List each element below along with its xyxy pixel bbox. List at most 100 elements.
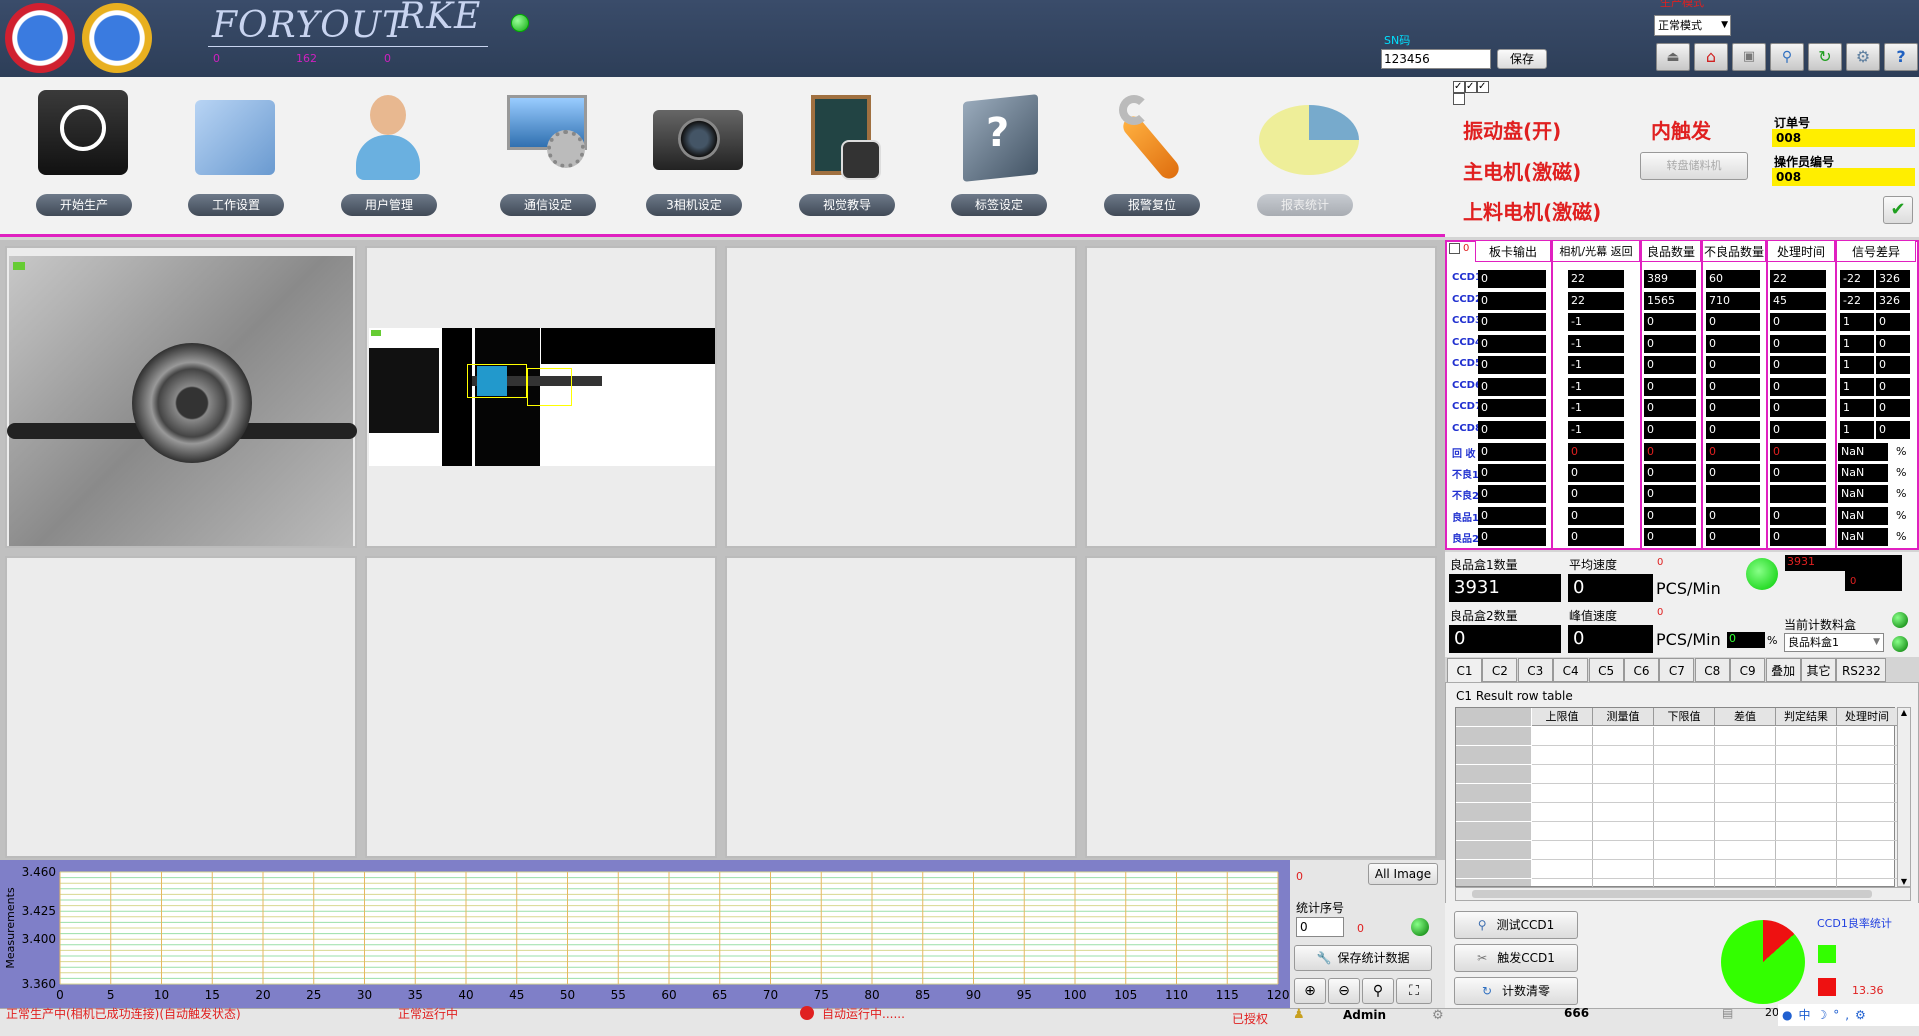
result-row[interactable] <box>1532 822 1898 841</box>
table-cell: 0 <box>1644 334 1696 353</box>
result-row[interactable] <box>1532 746 1898 765</box>
home-button[interactable]: ⌂ <box>1694 43 1728 71</box>
peak-speed-value: 0 <box>1568 625 1653 653</box>
result-row[interactable] <box>1532 727 1898 746</box>
table-cell: 326 <box>1876 270 1910 288</box>
tab-c5[interactable]: C5 <box>1588 658 1624 682</box>
tab-rs232[interactable]: RS232 <box>1836 658 1887 682</box>
result-row[interactable] <box>1532 765 1898 784</box>
turntable-button[interactable]: 转盘储料机 <box>1640 152 1748 180</box>
search-button[interactable]: ⚲ <box>1770 43 1804 71</box>
help-button[interactable]: ? <box>1884 43 1918 71</box>
zoom-area-button[interactable]: ⛶ <box>1396 978 1432 1004</box>
checkbox-4[interactable] <box>1453 93 1465 105</box>
tool-work-settings[interactable]: 工作设置 <box>170 90 300 220</box>
tab-c6[interactable]: C6 <box>1624 658 1659 682</box>
sn-input[interactable] <box>1381 49 1491 69</box>
tab-c4[interactable]: C4 <box>1553 658 1589 682</box>
settings-button[interactable]: ⚙ <box>1846 43 1880 71</box>
lock-button[interactable]: ▣ <box>1732 43 1766 71</box>
table-cell: 0 <box>1706 464 1760 483</box>
zoom-fit-button[interactable]: ⚲ <box>1362 978 1394 1004</box>
tool-camera-settings[interactable]: 3相机设定 <box>628 90 758 220</box>
sn-save-button[interactable]: 保存 <box>1497 49 1547 69</box>
result-row[interactable] <box>1532 841 1898 860</box>
x-tick-label: 10 <box>154 988 169 1002</box>
clear-count-button[interactable]: ↻ 计数清零 <box>1454 977 1578 1005</box>
feed-motor-toggle[interactable]: 上料电机(激磁) <box>1463 196 1601 225</box>
table-cell: 0 <box>1478 356 1546 374</box>
table-cell: 326 <box>1876 291 1910 310</box>
col-divider <box>1640 240 1642 550</box>
table-cell: 1 <box>1840 399 1874 417</box>
tool-vision-teaching[interactable]: 视觉教导 <box>781 90 911 220</box>
vibration-plate-toggle[interactable]: 振动盘(开) <box>1463 115 1561 144</box>
tab-c8[interactable]: C8 <box>1694 658 1730 682</box>
result-row[interactable] <box>1532 784 1898 803</box>
eject-button[interactable]: ⏏ <box>1656 43 1690 71</box>
checkbox-3[interactable]: ✓ <box>1477 81 1489 93</box>
refresh-button[interactable]: ↻ <box>1808 43 1842 71</box>
result-row[interactable] <box>1532 860 1898 879</box>
tool-label: 视觉教导 <box>799 194 895 216</box>
camera-view-3[interactable] <box>725 246 1077 548</box>
x-tick-label: 5 <box>107 988 115 1002</box>
mode-select[interactable]: 正常模式 ▼ <box>1654 15 1731 36</box>
result-hscrollbar[interactable] <box>1455 887 1911 901</box>
good1-label: 良品盒1数量 <box>1450 558 1518 572</box>
trigger-ccd1-button[interactable]: ✂ 触发CCD1 <box>1454 944 1578 972</box>
tab-c9[interactable]: C9 <box>1730 658 1766 682</box>
all-image-button[interactable]: All Image <box>1368 863 1438 885</box>
main-motor-toggle[interactable]: 主电机(激磁) <box>1463 156 1581 185</box>
zoom-out-button[interactable]: ⊖ <box>1328 978 1360 1004</box>
result-col-header: 处理时间 <box>1837 708 1898 726</box>
result-row[interactable] <box>1532 803 1898 822</box>
tab-c3[interactable]: C3 <box>1517 658 1553 682</box>
result-scrollbar[interactable]: ▲ ▼ <box>1897 707 1911 887</box>
tab-c7[interactable]: C7 <box>1659 658 1695 682</box>
tool-report-statistics[interactable]: 报表统计 <box>1239 90 1369 220</box>
zoom-in-icon: ⊕ <box>1304 983 1316 999</box>
confirm-button[interactable]: ✔ <box>1883 196 1913 224</box>
table-cell: 0 <box>1770 443 1826 461</box>
camera-view-8[interactable] <box>1085 556 1437 858</box>
camera-view-2[interactable] <box>365 246 717 548</box>
save-stats-button[interactable]: 🔧 保存统计数据 <box>1294 945 1432 971</box>
tool-label-settings[interactable]: ? 标签设定 <box>933 90 1063 220</box>
checkbox-1[interactable]: ✓ <box>1453 81 1465 93</box>
camera-view-4[interactable] <box>1085 246 1437 548</box>
logo-red-icon <box>5 3 75 73</box>
x-tick-label: 100 <box>1064 988 1087 1002</box>
tab-c2[interactable]: C2 <box>1482 658 1518 682</box>
camera-view-5[interactable] <box>5 556 357 858</box>
x-tick-label: 40 <box>458 988 473 1002</box>
help-icon: ? <box>1896 47 1906 66</box>
tab-c1[interactable]: C1 <box>1447 658 1482 682</box>
tool-user-management[interactable]: 用户管理 <box>323 90 453 220</box>
tab-叠加[interactable]: 叠加 <box>1765 658 1801 682</box>
table-cell: 0 <box>1876 356 1910 374</box>
table-cell: 0 <box>1644 356 1696 374</box>
internal-trigger-toggle[interactable]: 内触发 <box>1651 115 1711 144</box>
x-tick-label: 30 <box>357 988 372 1002</box>
camera-view-7[interactable] <box>725 556 1077 858</box>
test-ccd1-button[interactable]: ⚲ 测试CCD1 <box>1454 911 1578 939</box>
table-cell: -1 <box>1568 334 1624 353</box>
zoom-in-button[interactable]: ⊕ <box>1294 978 1326 1004</box>
table-cell: 0 <box>1644 313 1696 331</box>
tool-start-production[interactable]: 开始生产 <box>18 90 148 220</box>
tool-alarm-reset[interactable]: 报警复位 <box>1086 90 1216 220</box>
checkbox-2[interactable]: ✓ <box>1465 81 1477 93</box>
camera-view-6[interactable] <box>365 556 717 858</box>
stat-seq-input[interactable] <box>1296 917 1344 937</box>
current-box-select[interactable]: 良品料盒1 ▼ <box>1784 633 1884 652</box>
camera-view-1[interactable] <box>5 246 357 548</box>
avg-speed-label: 平均速度 <box>1569 558 1618 572</box>
pct-sign: % <box>1896 466 1907 480</box>
tab-其它[interactable]: 其它 <box>1801 658 1836 682</box>
tool-communication[interactable]: 通信设定 <box>482 90 612 220</box>
num-right: 0 <box>384 52 391 65</box>
table-header-checkbox[interactable] <box>1449 243 1460 254</box>
table-cell: 0 <box>1644 485 1696 504</box>
system-tray[interactable]: ●中☽°,⚙ <box>1778 1004 1919 1026</box>
